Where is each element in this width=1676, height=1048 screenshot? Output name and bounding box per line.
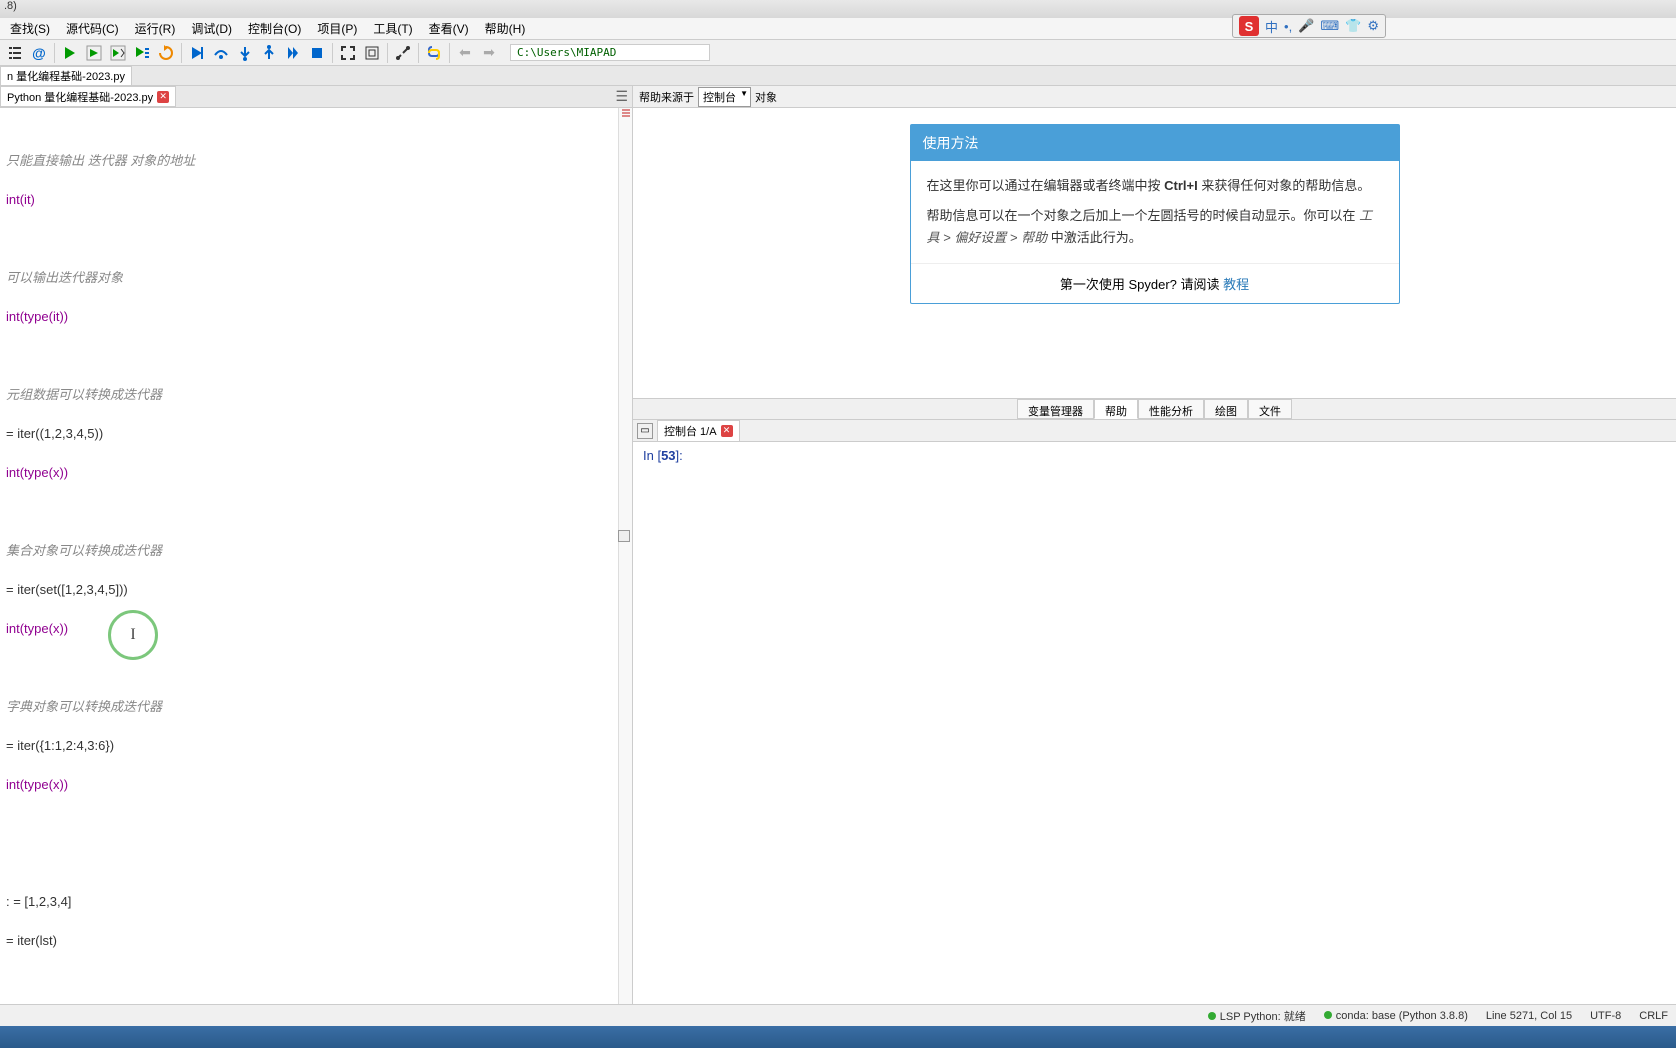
run-selection-icon[interactable] [131, 42, 153, 64]
forward-icon[interactable]: ➡ [478, 42, 500, 64]
help-card: 使用方法 在这里你可以通过在编辑器或者终端中按 Ctrl+I 来获得任何对象的帮… [910, 124, 1400, 304]
help-source-label: 帮助来源于 [639, 89, 694, 105]
console-options-icon[interactable]: ▭ [637, 423, 653, 439]
code-line: int(type(it)) [4, 307, 632, 327]
toolbar: @ ⬅ ➡ C:\Users\MIAPAD [0, 40, 1676, 66]
splitter-handle[interactable] [618, 530, 630, 542]
code-line: : = [1,2,3,4] [4, 892, 632, 912]
debug-icon[interactable] [186, 42, 208, 64]
working-directory[interactable]: C:\Users\MIAPAD [510, 44, 710, 61]
code-line: int(type(x)) [4, 619, 632, 639]
ipython-console[interactable]: In [53]: [633, 442, 1676, 1004]
code-line: = iter((1,2,3,4,5)) [4, 424, 632, 444]
code-line: int(type(x)) [4, 775, 632, 795]
console-tab-label: 控制台 1/A [664, 423, 717, 439]
code-comment: 只能直接输出 迭代器 对象的地址 [4, 151, 632, 171]
editor-pane: Python 量化编程基础-2023.py ✕ ☰ 只能直接输出 迭代器 对象的… [0, 86, 632, 1026]
menu-find[interactable]: 查找(S) [2, 18, 58, 39]
menu-source[interactable]: 源代码(C) [58, 18, 127, 39]
breadcrumb-label: n 量化编程基础-2023.py [7, 68, 125, 84]
windows-taskbar[interactable] [0, 1026, 1676, 1048]
close-tab-icon[interactable]: ✕ [157, 91, 169, 103]
step-over-icon[interactable] [210, 42, 232, 64]
help-text-2: 帮助信息可以在一个对象之后加上一个左圆括号的时候自动显示。你可以在 工具 > 偏… [927, 205, 1383, 249]
tab-variables[interactable]: 变量管理器 [1017, 399, 1094, 419]
help-panel: 使用方法 在这里你可以通过在编辑器或者终端中按 Ctrl+I 来获得任何对象的帮… [633, 108, 1676, 398]
status-encoding[interactable]: UTF-8 [1590, 1010, 1621, 1022]
code-comment: 可以输出迭代器对象 [4, 268, 632, 288]
ime-punct-icon[interactable]: •, [1284, 19, 1292, 34]
help-card-title: 使用方法 [911, 125, 1399, 161]
tab-help[interactable]: 帮助 [1094, 399, 1138, 419]
close-console-icon[interactable]: ✕ [721, 425, 733, 437]
editor-options-icon[interactable]: ☰ [615, 88, 628, 105]
ime-settings-icon[interactable]: ⚙ [1367, 18, 1379, 34]
outline-icon[interactable] [4, 42, 26, 64]
help-pane-tabs: 变量管理器 帮助 性能分析 绘图 文件 [633, 398, 1676, 420]
code-editor[interactable]: 只能直接输出 迭代器 对象的地址 int(it) 可以输出迭代器对象 int(t… [0, 108, 632, 1010]
run-icon[interactable] [59, 42, 81, 64]
fullscreen-icon[interactable] [361, 42, 383, 64]
tab-plots[interactable]: 绘图 [1204, 399, 1248, 419]
menu-debug[interactable]: 调试(D) [183, 18, 240, 39]
ime-keyboard-icon[interactable]: ⌨ [1320, 18, 1339, 34]
minimap[interactable] [618, 108, 632, 1010]
editor-tab-label: Python 量化编程基础-2023.py [7, 89, 153, 105]
step-out-icon[interactable] [258, 42, 280, 64]
ime-voice-icon[interactable]: 🎤 [1298, 18, 1314, 34]
ime-lang-icon[interactable]: 中 [1265, 17, 1278, 36]
tutorial-link[interactable]: 教程 [1223, 277, 1249, 292]
status-cursor-position[interactable]: Line 5271, Col 15 [1486, 1010, 1572, 1022]
code-line: = iter({1:1,2:4,3:6}) [4, 736, 632, 756]
code-comment: 集合对象可以转换成迭代器 [4, 541, 632, 561]
console-prompt: In [53]: [643, 448, 683, 463]
code-line: int(it) [4, 190, 632, 210]
rerun-icon[interactable] [155, 42, 177, 64]
help-text-1: 在这里你可以通过在编辑器或者终端中按 Ctrl+I 来获得任何对象的帮助信息。 [927, 175, 1383, 197]
code-line: = iter(set([1,2,3,4,5])) [4, 580, 632, 600]
help-object-label: 对象 [755, 89, 777, 105]
window-titlebar: .8) [0, 0, 1676, 18]
ime-skin-icon[interactable]: 👕 [1345, 18, 1361, 34]
status-lsp[interactable]: LSP Python: 就绪 [1208, 1008, 1306, 1024]
menu-tools[interactable]: 工具(T) [365, 18, 420, 39]
breadcrumb-bar: n 量化编程基础-2023.py [0, 66, 1676, 86]
tab-files[interactable]: 文件 [1248, 399, 1292, 419]
menu-help[interactable]: 帮助(H) [477, 18, 534, 39]
back-icon[interactable]: ⬅ [454, 42, 476, 64]
menubar: 查找(S) 源代码(C) 运行(R) 调试(D) 控制台(O) 项目(P) 工具… [0, 18, 1676, 40]
status-conda[interactable]: conda: base (Python 3.8.8) [1324, 1010, 1468, 1022]
status-eol[interactable]: CRLF [1639, 1010, 1668, 1022]
statusbar: LSP Python: 就绪 conda: base (Python 3.8.8… [0, 1004, 1676, 1026]
run-cell-icon[interactable] [83, 42, 105, 64]
console-tab[interactable]: 控制台 1/A ✕ [657, 420, 740, 442]
code-comment: 元组数据可以转换成迭代器 [4, 385, 632, 405]
code-line: int(type(x)) [4, 463, 632, 483]
editor-file-tab[interactable]: Python 量化编程基础-2023.py ✕ [0, 86, 176, 107]
stop-debug-icon[interactable] [306, 42, 328, 64]
help-card-footer: 第一次使用 Spyder? 请阅读 教程 [911, 263, 1399, 303]
step-into-icon[interactable] [234, 42, 256, 64]
help-header: 帮助来源于 控制台 对象 [633, 86, 1676, 108]
breadcrumb-tab[interactable]: n 量化编程基础-2023.py [0, 66, 132, 85]
ime-toolbar[interactable]: S 中 •, 🎤 ⌨ 👕 ⚙ [1232, 14, 1386, 38]
console-pane: ▭ 控制台 1/A ✕ In [53]: IPython控制台 历史 [633, 420, 1676, 1026]
sogou-logo-icon[interactable]: S [1239, 16, 1259, 36]
maximize-icon[interactable] [337, 42, 359, 64]
menu-run[interactable]: 运行(R) [127, 18, 184, 39]
code-line: = iter(lst) [4, 931, 632, 951]
at-icon[interactable]: @ [28, 42, 50, 64]
run-cell-advance-icon[interactable] [107, 42, 129, 64]
tab-profiler[interactable]: 性能分析 [1138, 399, 1204, 419]
menu-project[interactable]: 项目(P) [309, 18, 365, 39]
continue-icon[interactable] [282, 42, 304, 64]
menu-view[interactable]: 查看(V) [421, 18, 477, 39]
preferences-icon[interactable] [392, 42, 414, 64]
menu-console[interactable]: 控制台(O) [240, 18, 309, 39]
python-path-icon[interactable] [423, 42, 445, 64]
help-source-dropdown[interactable]: 控制台 [698, 87, 751, 107]
code-comment: 字典对象可以转换成迭代器 [4, 697, 632, 717]
